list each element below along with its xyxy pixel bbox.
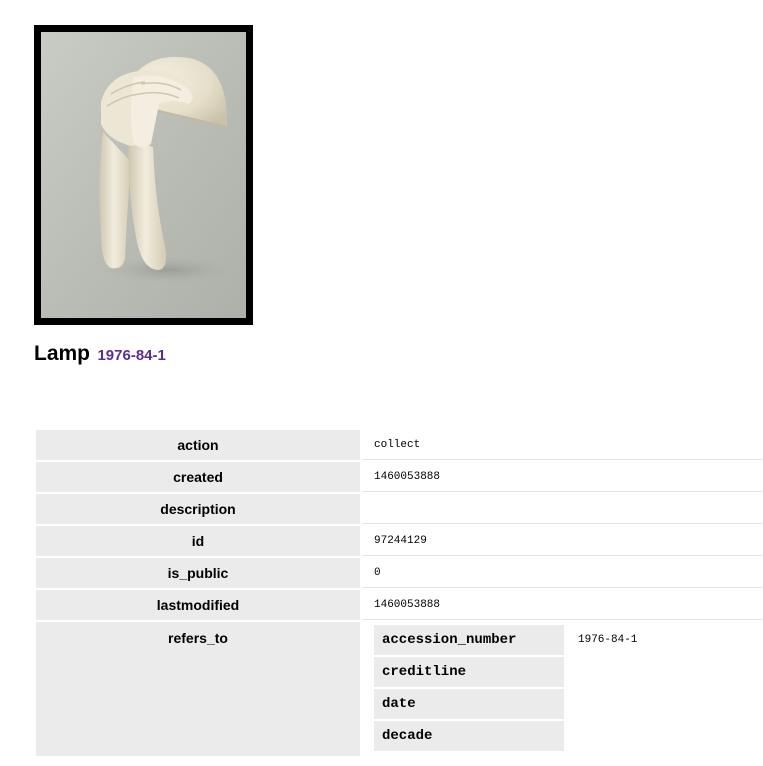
properties-table: action collect created 1460053888 descri… — [34, 428, 763, 758]
subtable-row: creditline — [374, 657, 762, 687]
table-row: is_public 0 — [36, 558, 762, 588]
subtable-row: accession_number 1976-84-1 — [374, 625, 762, 655]
subfield-key-accession-number: accession_number — [374, 625, 564, 655]
subfield-value-decade — [566, 721, 762, 751]
property-key-created: created — [36, 462, 360, 492]
table-row: description — [36, 494, 762, 524]
subtable-row: date — [374, 689, 762, 719]
property-value-description — [362, 494, 762, 524]
object-heading: Lamp 1976-84-1 — [34, 342, 166, 366]
subfield-key-decade: decade — [374, 721, 564, 751]
accession-number-link[interactable]: 1976-84-1 — [97, 347, 165, 364]
subfield-key-creditline: creditline — [374, 657, 564, 687]
property-value-lastmodified: 1460053888 — [362, 590, 762, 620]
subtable-row: decade — [374, 721, 762, 751]
property-key-id: id — [36, 526, 360, 556]
table-row: action collect — [36, 430, 762, 460]
subfield-value-creditline — [566, 657, 762, 687]
table-row-refers-to: refers_to accession_number 1976-84-1 cre… — [36, 622, 762, 756]
subfield-key-date: date — [374, 689, 564, 719]
table-row: created 1460053888 — [36, 462, 762, 492]
refers-to-subtable: accession_number 1976-84-1 creditline da… — [372, 623, 763, 753]
property-key-description: description — [36, 494, 360, 524]
object-title: Lamp — [34, 342, 91, 365]
table-row: id 97244129 — [36, 526, 762, 556]
property-key-is-public: is_public — [36, 558, 360, 588]
property-value-refers-to: accession_number 1976-84-1 creditline da… — [362, 622, 762, 756]
lamp-image — [41, 32, 246, 318]
table-row: lastmodified 1460053888 — [36, 590, 762, 620]
property-value-is-public: 0 — [362, 558, 762, 588]
property-value-action: collect — [362, 430, 762, 460]
property-value-created: 1460053888 — [362, 462, 762, 492]
property-key-action: action — [36, 430, 360, 460]
subfield-value-date — [566, 689, 762, 719]
subfield-value-accession-number: 1976-84-1 — [578, 634, 638, 646]
object-photo[interactable] — [34, 25, 253, 325]
property-key-refers-to: refers_to — [36, 622, 360, 756]
property-value-id: 97244129 — [362, 526, 762, 556]
property-key-lastmodified: lastmodified — [36, 590, 360, 620]
